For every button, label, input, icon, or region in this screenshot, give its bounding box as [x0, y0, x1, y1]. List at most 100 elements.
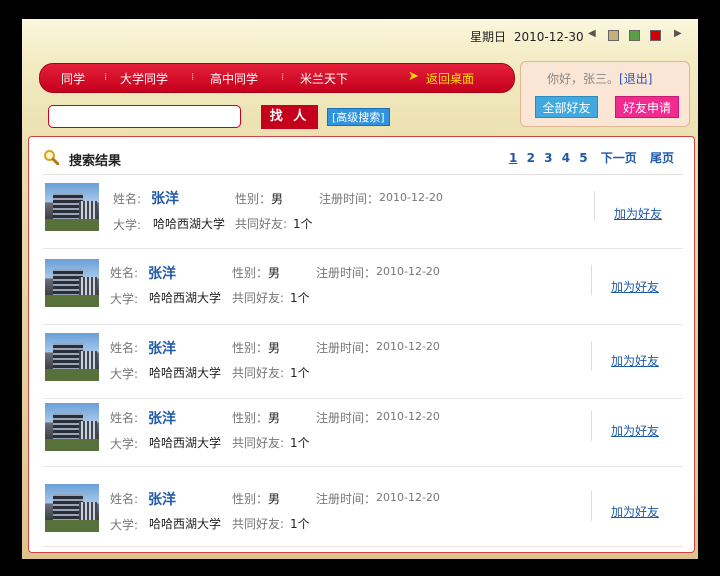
avatar[interactable]: [45, 183, 99, 231]
mutual-friends-value: 1个: [293, 217, 313, 231]
gender-label: 性别：: [232, 492, 269, 506]
date-display: 星期日 2010-12-30: [470, 28, 584, 45]
university-label: 大学:: [110, 437, 139, 451]
add-friend-link[interactable]: 加为好友: [611, 503, 659, 520]
page-link-5[interactable]: 5: [579, 151, 587, 165]
register-time-value: 2010-12-20: [376, 410, 440, 423]
avatar[interactable]: [45, 484, 99, 532]
university-label: 大学:: [110, 518, 139, 532]
nav-item-university-classmates[interactable]: 大学同学: [120, 70, 168, 87]
register-time-value: 2010-12-20: [376, 265, 440, 278]
row-divider: [594, 191, 595, 221]
date-value: 2010-12-30: [513, 30, 584, 44]
nav-separator: ⁞: [104, 72, 108, 83]
user-name[interactable]: 张洋: [148, 489, 176, 509]
register-time-label: 注册时间：: [316, 341, 377, 355]
register-time-label: 注册时间：: [319, 192, 380, 206]
main-nav: 同学 ⁞ 大学同学 ⁞ 高中同学 ⁞ 米兰天下 ➤ 返回桌面: [39, 63, 515, 93]
user-name[interactable]: 张洋: [151, 188, 179, 208]
results-header: 搜索结果 1 2 3 4 5 下一页 尾页: [29, 137, 694, 175]
user-name[interactable]: 张洋: [148, 338, 176, 358]
row-divider: [591, 411, 592, 441]
all-friends-button[interactable]: 全部好友: [535, 96, 598, 118]
gender-value: 男: [268, 492, 281, 506]
row-divider: [591, 341, 592, 371]
gender-value: 男: [268, 341, 281, 355]
result-row: 姓名: 张洋 性别： 男 注册时间： 2010-12-20 大学: 哈哈西湖大学…: [43, 249, 683, 325]
theme-swatch-red[interactable]: [650, 30, 661, 41]
user-panel: 你好，张三。[退出] 全部好友 好友申请: [520, 61, 690, 127]
last-page-link[interactable]: 尾页: [650, 151, 674, 165]
add-friend-link[interactable]: 加为好友: [614, 205, 662, 222]
mutual-friends-label: 共同好友:: [232, 436, 285, 450]
register-time-label: 注册时间：: [316, 411, 377, 425]
date-bar: 星期日 2010-12-30 ◀ ▶: [22, 19, 698, 51]
result-row: 姓名: 张洋 性别： 男 注册时间： 2010-12-20 大学: 哈哈西湖大学…: [43, 399, 683, 467]
nav-separator: ⁞: [191, 72, 195, 83]
mutual-friends-label: 共同好友:: [235, 217, 288, 231]
user-name[interactable]: 张洋: [148, 263, 176, 283]
page-link-4[interactable]: 4: [562, 151, 570, 165]
gender-label: 性别：: [232, 341, 269, 355]
user-name[interactable]: 张洋: [148, 408, 176, 428]
nav-item-milan-world[interactable]: 米兰天下: [300, 70, 348, 87]
app-window: 星期日 2010-12-30 ◀ ▶ 同学 ⁞ 大学同学 ⁞ 高中同学 ⁞ 米兰…: [22, 19, 698, 559]
row-divider: [591, 265, 592, 295]
avatar[interactable]: [45, 403, 99, 451]
university-value: 哈哈西湖大学: [153, 217, 226, 231]
university-value: 哈哈西湖大学: [149, 436, 222, 450]
greeting: 你好，张三。[退出]: [547, 70, 652, 87]
register-time-label: 注册时间：: [316, 266, 377, 280]
page-link-1[interactable]: 1: [509, 151, 517, 165]
mutual-friends-label: 共同好友:: [232, 517, 285, 531]
university-value: 哈哈西湖大学: [149, 291, 222, 305]
nav-item-classmates[interactable]: 同学: [61, 70, 85, 87]
find-people-button[interactable]: 找 人: [261, 105, 318, 129]
advanced-search-label: [高级搜索]: [332, 111, 385, 124]
name-label: 姓名:: [113, 192, 142, 206]
gender-value: 男: [268, 411, 281, 425]
pagination: 1 2 3 4 5 下一页 尾页: [504, 149, 674, 166]
mutual-friends-value: 1个: [290, 291, 310, 305]
gender-value: 男: [271, 192, 284, 206]
results-title: 搜索结果: [69, 154, 122, 169]
register-time-value: 2010-12-20: [376, 340, 440, 353]
logout-link[interactable]: [退出]: [619, 72, 652, 86]
add-friend-link[interactable]: 加为好友: [611, 352, 659, 369]
prev-arrow-icon[interactable]: ◀: [588, 28, 596, 39]
avatar[interactable]: [45, 259, 99, 307]
greeting-text: 你好，张三。: [547, 72, 620, 86]
mutual-friends-value: 1个: [290, 366, 310, 380]
gender-value: 男: [268, 266, 281, 280]
university-label: 大学:: [110, 292, 139, 306]
gender-label: 性别：: [232, 411, 269, 425]
next-arrow-icon[interactable]: ▶: [674, 28, 682, 39]
add-friend-link[interactable]: 加为好友: [611, 422, 659, 439]
mutual-friends-value: 1个: [290, 436, 310, 450]
theme-swatch-green[interactable]: [629, 30, 640, 41]
search-input[interactable]: [48, 105, 241, 128]
magnifier-icon: [44, 150, 59, 165]
next-page-link[interactable]: 下一页: [601, 151, 637, 165]
register-time-value: 2010-12-20: [379, 191, 443, 204]
avatar[interactable]: [45, 333, 99, 381]
return-desktop-link[interactable]: 返回桌面: [426, 70, 474, 87]
name-label: 姓名:: [110, 411, 139, 425]
university-value: 哈哈西湖大学: [149, 366, 222, 380]
search-results-panel: 搜索结果 1 2 3 4 5 下一页 尾页 姓名: 张洋 性别： 男 注册时间：…: [28, 136, 695, 553]
name-label: 姓名:: [110, 266, 139, 280]
register-time-value: 2010-12-20: [376, 491, 440, 504]
page-link-2[interactable]: 2: [527, 151, 535, 165]
add-friend-link[interactable]: 加为好友: [611, 278, 659, 295]
theme-swatch-tan[interactable]: [608, 30, 619, 41]
nav-item-highschool-classmates[interactable]: 高中同学: [210, 70, 258, 87]
result-row: 姓名: 张洋 性别： 男 注册时间： 2010-12-20 大学: 哈哈西湖大学…: [43, 175, 683, 249]
result-row: 姓名: 张洋 性别： 男 注册时间： 2010-12-20 大学: 哈哈西湖大学…: [43, 467, 683, 547]
gender-label: 性别：: [235, 192, 272, 206]
weekday-text: 星期日: [470, 30, 507, 44]
page-link-3[interactable]: 3: [544, 151, 552, 165]
friend-request-button[interactable]: 好友申请: [615, 96, 679, 118]
university-label: 大学:: [113, 218, 142, 232]
register-time-label: 注册时间：: [316, 492, 377, 506]
advanced-search-link[interactable]: [高级搜索]: [327, 108, 390, 126]
